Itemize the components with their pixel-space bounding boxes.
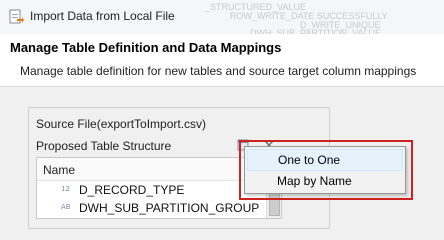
row-column-name: DWH_SUB_PARTITION_GROUP [79,201,260,215]
page-description: Manage table definition for new tables a… [20,64,417,78]
menu-item-map-by-name[interactable]: Map by Name [247,171,401,191]
window-titlebar: Import Data from Local File _STRUCTURED_… [0,0,444,38]
table-row[interactable]: 12 D_RECORD_TYPE [37,181,266,199]
proposed-structure-label: Proposed Table Structure [36,139,172,153]
menu-item-one-to-one[interactable]: One to One [247,149,403,171]
menu-item-label: One to One [278,153,341,167]
menu-item-label: Map by Name [277,174,352,188]
table-column-header[interactable]: Name [37,158,266,181]
row-column-name: D_RECORD_TYPE [79,183,185,197]
number-type-icon: 12 [61,185,70,193]
import-file-icon [9,9,24,24]
table-row[interactable]: AB DWH_SUB_PARTITION_GROUP [37,199,266,217]
column-header-name: Name [43,163,76,177]
wizard-header: Manage Table Definition and Data Mapping… [0,34,444,87]
source-file-label: Source File(exportToImport.csv) [36,117,207,131]
page-title: Manage Table Definition and Data Mapping… [10,40,282,55]
mapping-context-menu: One to One Map by Name [244,146,406,194]
window-title: Import Data from Local File [30,9,175,23]
text-type-icon: AB [61,203,71,211]
